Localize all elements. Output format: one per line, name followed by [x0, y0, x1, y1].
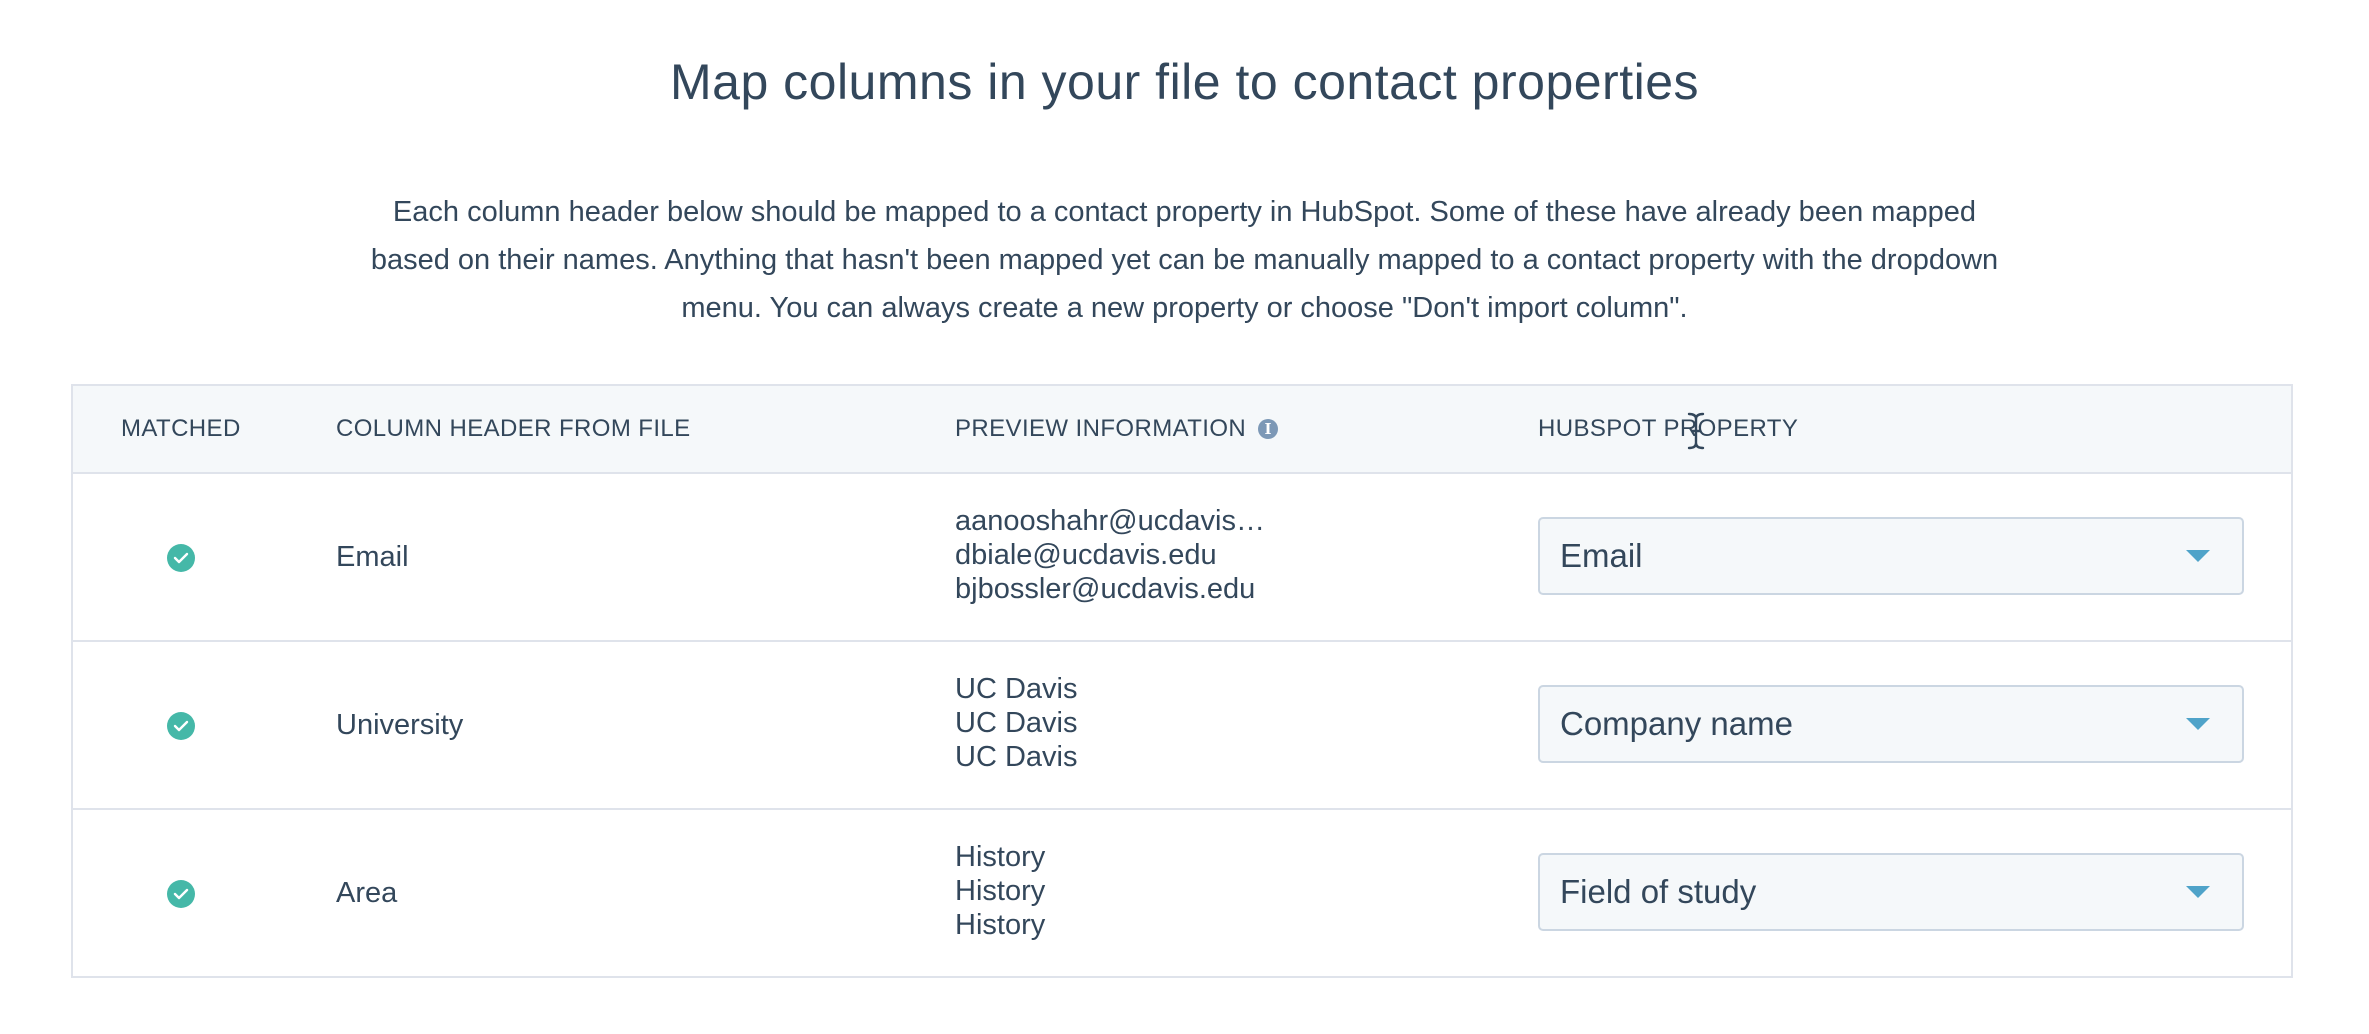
- preview-value: History: [955, 909, 1046, 941]
- column-header-value: University: [336, 708, 464, 741]
- page-title: Map columns in your file to contact prop…: [669, 54, 1700, 110]
- property-select-university[interactable]: Company name: [1538, 685, 2244, 763]
- header-column-from-file: COLUMN HEADER FROM FILE: [336, 415, 691, 442]
- text-cursor-icon: [1687, 412, 1705, 450]
- table-row: University UC Davis UC Davis UC Davis Co…: [73, 642, 2291, 810]
- header-preview-information: PREVIEW INFORMATION i: [955, 386, 1279, 472]
- preview-value: aanooshahr@ucdavis…: [955, 505, 1265, 537]
- table-row: Area History History History Field of st…: [73, 810, 2291, 976]
- caret-down-icon: [2186, 718, 2210, 730]
- caret-down-icon: [2186, 550, 2210, 562]
- property-select-email[interactable]: Email: [1538, 517, 2244, 595]
- info-icon[interactable]: i: [1258, 419, 1279, 439]
- preview-information: UC Davis UC Davis UC Davis: [955, 672, 1077, 774]
- property-select-value: Email: [1560, 537, 1643, 574]
- table-row: Email aanooshahr@ucdavis… dbiale@ucdavis…: [73, 474, 2291, 642]
- preview-value: History: [955, 841, 1046, 873]
- column-header-value: Area: [336, 876, 398, 909]
- preview-value: UC Davis: [955, 707, 1078, 739]
- check-circle-icon: [167, 544, 195, 572]
- header-preview-label: PREVIEW INFORMATION: [955, 415, 1247, 442]
- property-select-value: Field of study: [1560, 873, 1757, 910]
- check-circle-icon: [167, 880, 195, 908]
- preview-information: aanooshahr@ucdavis… dbiale@ucdavis.edu b…: [955, 504, 1265, 606]
- table-header: MATCHED COLUMN HEADER FROM FILE PREVIEW …: [73, 386, 2291, 474]
- preview-information: History History History: [955, 840, 1045, 942]
- check-circle-icon: [167, 712, 195, 740]
- preview-value: History: [955, 875, 1046, 907]
- property-select-area[interactable]: Field of study: [1538, 853, 2244, 931]
- header-matched: MATCHED: [121, 415, 241, 442]
- page-description: Each column header below should be mappe…: [370, 196, 1999, 324]
- preview-value: UC Davis: [955, 673, 1078, 705]
- preview-value: bjbossler@ucdavis.edu: [955, 573, 1256, 605]
- mapping-table: MATCHED COLUMN HEADER FROM FILE PREVIEW …: [71, 384, 2293, 978]
- preview-value: UC Davis: [955, 741, 1078, 773]
- property-select-value: Company name: [1560, 705, 1793, 742]
- column-header-value: Email: [336, 540, 409, 573]
- preview-value: dbiale@ucdavis.edu: [955, 539, 1217, 571]
- header-hubspot-property: HUBSPOT PROPERTY: [1538, 415, 1799, 442]
- caret-down-icon: [2186, 886, 2210, 898]
